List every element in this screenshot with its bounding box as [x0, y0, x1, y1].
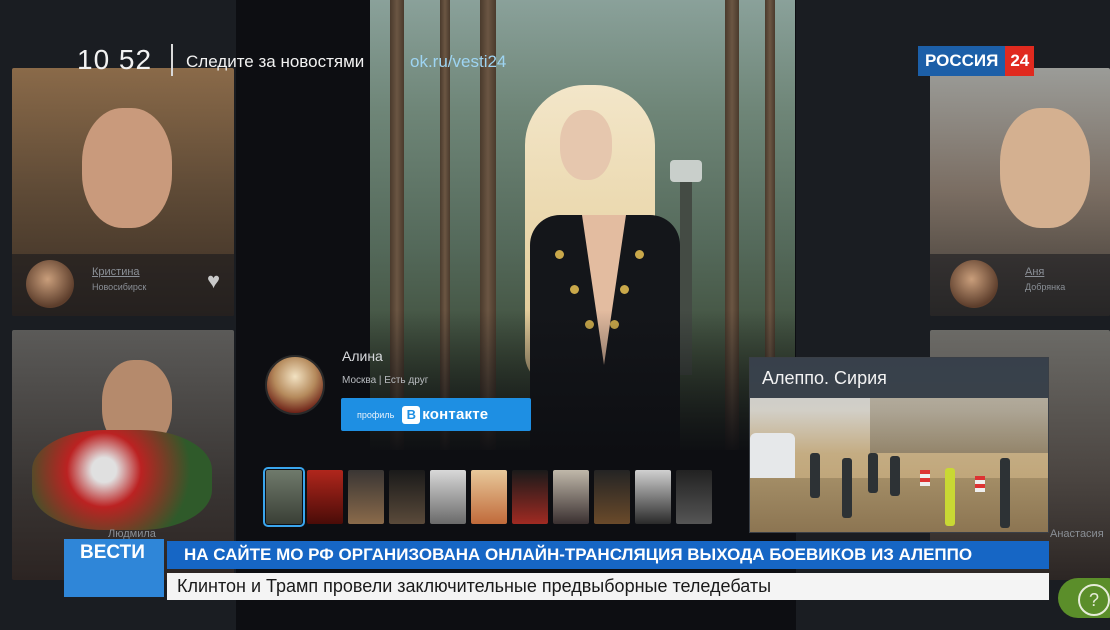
person [1000, 458, 1010, 528]
follow-news-text: Следите за новостями [186, 52, 365, 71]
tile-city: Новосибирск [92, 282, 147, 292]
follow-news-link[interactable]: ok.ru/vesti24 [410, 52, 506, 72]
heart-icon[interactable]: ♥ [207, 268, 220, 294]
inset-trees [870, 398, 1048, 453]
costume-button [635, 250, 644, 259]
program-label: ВЕСТИ [80, 542, 145, 563]
person [868, 453, 878, 493]
tile-avatar [26, 260, 74, 308]
bg-tile-2[interactable]: Аня Добрянка [930, 68, 1110, 316]
thumbnail[interactable] [553, 470, 589, 524]
barrier [975, 476, 985, 492]
tile-info: Аня Добрянка [930, 254, 1110, 316]
thumbnail[interactable] [676, 470, 712, 524]
tile-name[interactable]: Анастасия [1050, 528, 1104, 540]
tile-city: Добрянка [1025, 282, 1066, 292]
news-ticker-text: Клинтон и Трамп провели заключительные п… [177, 576, 772, 596]
channel-logo-number: 24 [1005, 46, 1035, 76]
thumbnail[interactable] [594, 470, 630, 524]
clock: 10 52 [77, 44, 153, 75]
costume-button [555, 250, 564, 259]
barrier [920, 470, 930, 486]
thumbnail[interactable] [389, 470, 425, 524]
avatar[interactable] [265, 355, 325, 415]
figure-face [560, 110, 612, 180]
profile-name: Алина [342, 348, 383, 364]
thumbnail[interactable] [348, 470, 384, 524]
tile-face [1000, 108, 1090, 228]
channel-logo: РОССИЯ 24 [918, 46, 1035, 76]
person [842, 458, 852, 518]
channel-logo-text: РОССИЯ [918, 46, 1006, 76]
thumbnail-selected[interactable] [263, 467, 305, 527]
flowers-image [32, 430, 212, 530]
tile-avatar [950, 260, 998, 308]
thumbnail[interactable] [471, 470, 507, 524]
divider [171, 44, 173, 76]
thumbnail[interactable] [430, 470, 466, 524]
street-lamp-head [670, 160, 702, 182]
bg-tile-1[interactable]: Кристина Новосибирск ♥ [12, 68, 234, 316]
person [945, 468, 955, 526]
inset-video: Алеппо. Сирия [749, 357, 1049, 533]
help-button[interactable]: ? [1058, 578, 1110, 618]
tile-info: Кристина Новосибирск ♥ [12, 254, 234, 316]
tile-name[interactable]: Аня [1025, 266, 1044, 278]
tile-face [82, 108, 172, 228]
profile-details: Москва | Есть друг [342, 375, 429, 386]
vk-logo-icon: В [402, 405, 421, 424]
thumbnail[interactable] [635, 470, 671, 524]
tile-name[interactable]: Кристина [92, 266, 140, 278]
breaking-news-text: НА САЙТЕ МО РФ ОРГАНИЗОВАНА ОНЛАЙН-ТРАНС… [184, 545, 973, 564]
person [810, 453, 820, 498]
inset-title: Алеппо. Сирия [762, 368, 887, 388]
costume-button [570, 285, 579, 294]
costume-button [620, 285, 629, 294]
question-icon: ? [1078, 584, 1110, 616]
vk-button-label: профиль [357, 409, 395, 420]
photo-thumbnails [263, 467, 712, 527]
thumbnail[interactable] [307, 470, 343, 524]
person [890, 456, 900, 496]
vk-profile-button[interactable]: профиль В контакте [341, 398, 531, 431]
vk-brand-label: контакте [422, 406, 489, 423]
thumbnail[interactable] [512, 470, 548, 524]
